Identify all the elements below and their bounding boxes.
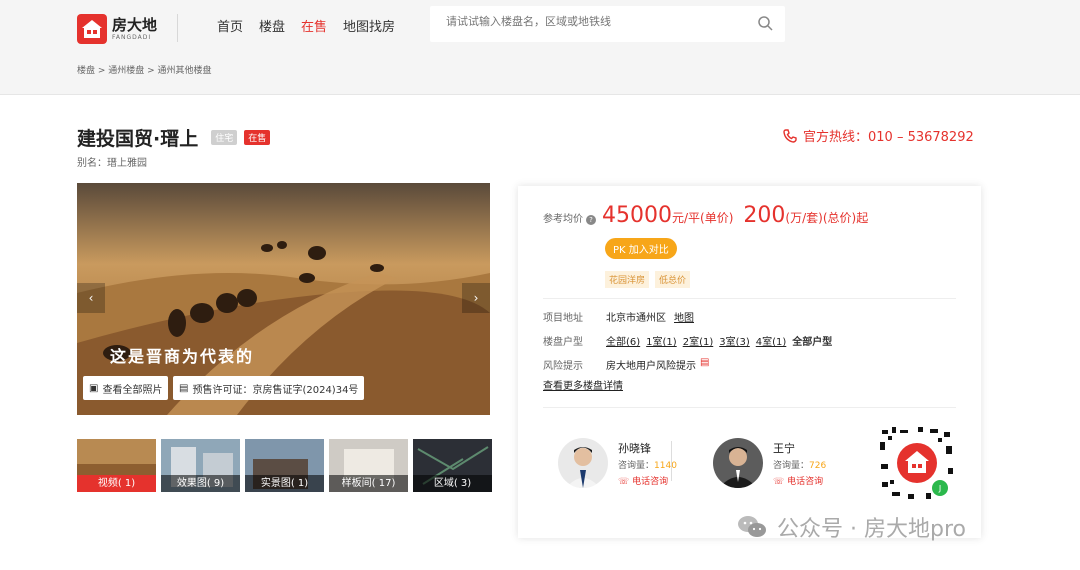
layout-row: 楼盘户型 全部(6) 1室(1) 2室(1) 3室(3) 4室(1) 全部户型 [543, 333, 832, 348]
license-label: 预售许可证：京房售证字(2024)34号 [192, 384, 359, 396]
thumb-area[interactable]: 区域( 3) [413, 439, 492, 492]
hotline[interactable]: 官方热线：010 – 53678292 [783, 126, 974, 145]
feature-tags: 花园洋房 低总价 [605, 271, 696, 288]
avatar [713, 438, 763, 488]
watermark-text: 公众号 · 房大地pro [777, 517, 966, 542]
phone-icon [783, 128, 797, 143]
search-box [430, 6, 785, 42]
project-title: 建投国贸·瑨上 [77, 128, 199, 150]
nav-projects[interactable]: 楼盘 [259, 16, 285, 35]
logo-name: 房大地 [112, 15, 158, 34]
license-button[interactable]: ▤ 预售许可证：京房售证字(2024)34号 [173, 376, 365, 400]
svg-text:J: J [938, 484, 941, 493]
risk-value[interactable]: 房大地用户风险提示 [606, 357, 696, 372]
help-icon[interactable]: ? [586, 215, 596, 225]
risk-label: 风险提示 [543, 361, 583, 372]
agent-call-button[interactable]: ☏ 电话咨询 [773, 474, 826, 487]
agent-divider [671, 441, 672, 481]
status-badge: 在售 [244, 130, 271, 145]
agent-card[interactable]: 孙晓锋 咨询量：1140 ☏ 电话咨询 [558, 438, 677, 488]
address-label: 项目地址 [543, 313, 583, 324]
image-icon: ▣ [89, 382, 99, 394]
layout-2room[interactable]: 2室(1) [683, 333, 714, 348]
thumbnail-strip: 视频( 1) 效果图( 9) 实景图( 1) 样板间( 17) 区域( 3) [77, 439, 497, 492]
address-row: 项目地址 北京市通州区 地图 [543, 309, 700, 324]
license-icon: ▤ [179, 382, 189, 394]
feature-tag: 花园洋房 [605, 271, 650, 288]
thumb-caption: 实景图( 1) [245, 475, 324, 492]
photo-overlay-text: 这是晋商为代表的 [110, 347, 255, 366]
hotline-text: 官方热线：010 – 53678292 [803, 130, 974, 145]
all-layouts-link[interactable]: 全部户型 [792, 333, 832, 348]
nav-map-search[interactable]: 地图找房 [343, 16, 395, 35]
watermark: 公众号 · 房大地pro [737, 511, 966, 543]
logo-subtitle: FANGDADI [112, 33, 152, 41]
add-compare-button[interactable]: PK 加入对比 [605, 238, 677, 259]
search-input[interactable] [446, 15, 746, 28]
project-alias: 别名：瑨上雅园 [77, 158, 147, 169]
view-all-photos-label: 查看全部照片 [102, 384, 163, 396]
layout-all[interactable]: 全部(6) [606, 333, 640, 348]
agent-card[interactable]: 王宁 咨询量：726 ☏ 电话咨询 [713, 438, 826, 488]
divider [543, 298, 956, 299]
view-all-photos-button[interactable]: ▣ 查看全部照片 [83, 376, 169, 400]
agent-consult: 咨询量：1140 [618, 460, 677, 471]
thumb-caption: 效果图( 9) [161, 475, 240, 492]
header-divider [177, 14, 178, 42]
unit-price-suffix: 元/平(单价) [672, 211, 734, 225]
project-title-row: 建投国贸·瑨上 住宅 在售 [77, 124, 271, 151]
price-label: 参考均价 [543, 214, 583, 225]
thumb-caption: 样板间( 17) [329, 475, 408, 492]
total-price-suffix: (万/套)(总价)起 [785, 211, 869, 225]
unit-price: 45000 [602, 203, 672, 228]
thumb-showroom[interactable]: 样板间( 17) [329, 439, 408, 492]
main-nav: 首页 楼盘 在售 地图找房 [217, 16, 411, 35]
layout-label: 楼盘户型 [543, 337, 583, 348]
prev-photo-arrow[interactable]: ‹ [77, 283, 105, 313]
nav-home[interactable]: 首页 [217, 16, 243, 35]
document-icon[interactable]: ▤ [700, 357, 709, 372]
nav-on-sale[interactable]: 在售 [301, 16, 327, 35]
next-photo-arrow[interactable]: › [462, 283, 490, 313]
divider [543, 407, 956, 408]
address-value: 北京市通州区 [606, 313, 666, 324]
thumb-video[interactable]: 视频( 1) [77, 439, 156, 492]
thumb-renderings[interactable]: 效果图( 9) [161, 439, 240, 492]
layout-1room[interactable]: 1室(1) [646, 333, 677, 348]
top-header: 房大地 FANGDADI 首页 楼盘 在售 地图找房 楼盘 > 通州楼盘 > 通… [0, 0, 1080, 95]
feature-tag: 低总价 [655, 271, 691, 288]
more-details-link[interactable]: 查看更多楼盘详情 [543, 377, 623, 392]
total-price: 200 [743, 203, 786, 228]
project-info-card: 参考均价 ? 45000 元/平(单价) 200 (万/套)(总价)起 PK 加… [518, 186, 981, 538]
thumb-real-photos[interactable]: 实景图( 1) [245, 439, 324, 492]
logo-icon [77, 14, 107, 44]
avatar [558, 438, 608, 488]
layout-4room[interactable]: 4室(1) [756, 333, 787, 348]
thumb-caption: 视频( 1) [77, 475, 156, 492]
type-badge: 住宅 [211, 130, 238, 145]
thumb-caption: 区域( 3) [413, 475, 492, 492]
agent-name: 孙晓锋 [618, 441, 651, 455]
qr-code: J [878, 424, 956, 502]
layout-3room[interactable]: 3室(3) [719, 333, 750, 348]
agent-call-button[interactable]: ☏ 电话咨询 [618, 474, 677, 487]
site-logo[interactable]: 房大地 FANGDADI [77, 14, 157, 44]
agent-name: 王宁 [773, 441, 795, 455]
map-link[interactable]: 地图 [674, 309, 694, 324]
risk-row: 风险提示 房大地用户风险提示 ▤ [543, 357, 709, 372]
agent-consult: 咨询量：726 [773, 460, 827, 471]
breadcrumb[interactable]: 楼盘 > 通州楼盘 > 通州其他楼盘 [77, 63, 212, 76]
search-icon[interactable] [757, 15, 773, 34]
price-row: 参考均价 ? 45000 元/平(单价) 200 (万/套)(总价)起 [543, 203, 878, 228]
wechat-icon [738, 516, 766, 537]
